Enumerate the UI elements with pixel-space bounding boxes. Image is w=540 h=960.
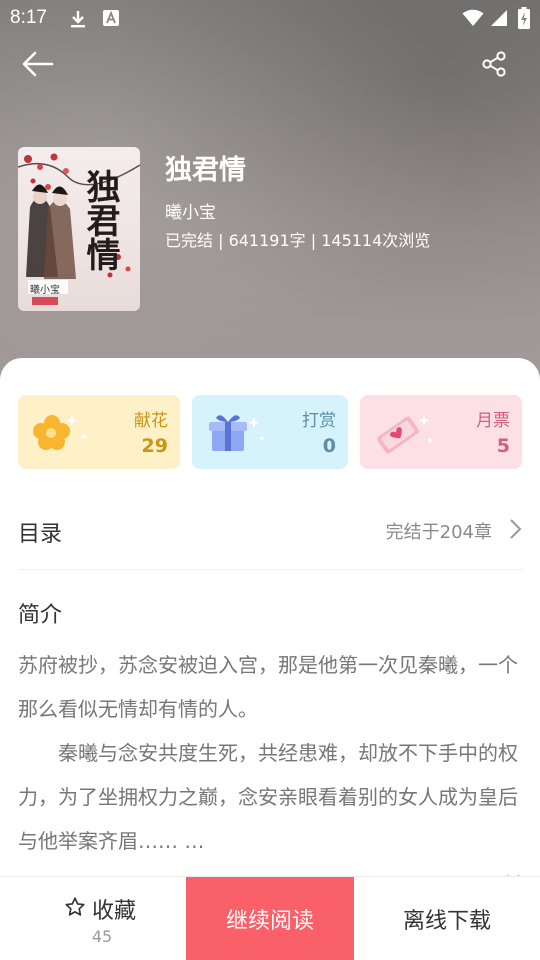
favorite-button[interactable]: 收藏 45 (0, 877, 186, 960)
back-button[interactable] (18, 46, 58, 86)
gift-count: 0 (322, 435, 336, 457)
share-icon (480, 50, 508, 82)
intro-paragraph: 苏府被抄，苏念安被迫入宫，那是他第一次见秦曦，一个那么看似无情却有情的人。 (18, 653, 518, 721)
share-button[interactable] (474, 46, 514, 86)
ticket-icon (374, 411, 438, 461)
gift-card-flower[interactable]: 献花 29 (18, 395, 180, 469)
gift-card-reward[interactable]: 打赏 0 (192, 395, 348, 469)
toc-label: 目录 (18, 522, 63, 547)
favorite-count: 45 (91, 927, 113, 946)
intro-text[interactable]: 苏府被抄，苏念安被迫入宫，那是他第一次见秦曦，一个那么看似无情却有情的人。 秦曦… (18, 643, 522, 863)
bottom-action-bar: 收藏 45 继续阅读 离线下载 (0, 876, 540, 960)
download-icon (68, 9, 88, 33)
gift-label: 月票 (476, 411, 510, 431)
battery-charging-icon (518, 7, 530, 33)
cover-author-text: 曦小宝 (30, 285, 60, 296)
gift-card-monthly-ticket[interactable]: 月票 5 (360, 395, 522, 469)
gift-label: 献花 (134, 411, 168, 431)
wifi-icon (462, 9, 484, 31)
signal-icon (490, 9, 508, 31)
gift-box-icon (206, 411, 270, 459)
book-stats: 已完结 | 641191字 | 145114次浏览 (165, 231, 431, 250)
gift-label: 打赏 (302, 411, 336, 431)
book-author[interactable]: 曦小宝 (165, 198, 216, 223)
a-badge-icon (102, 9, 120, 31)
back-arrow-icon (22, 51, 54, 81)
chevron-right-icon (508, 518, 522, 544)
offline-download-button[interactable]: 离线下载 (354, 877, 540, 960)
cover-title-text: 独君情 (80, 169, 120, 271)
intro-heading: 简介 (18, 603, 63, 628)
toc-status: 完结于204章 (385, 522, 492, 543)
gift-count: 5 (496, 435, 510, 457)
intro-paragraph: 秦曦与念安共度生死，共经患难，却放不下手中的权力，为了坐拥权力之巅，念安亲眼看着… (18, 741, 518, 853)
flower-icon (32, 411, 92, 459)
gift-count: 29 (141, 435, 168, 457)
status-bar: 8:17 (0, 0, 540, 36)
status-time: 8:17 (10, 7, 47, 28)
book-cover-image[interactable]: 独君情 曦小宝 (18, 147, 140, 311)
star-icon (64, 896, 86, 922)
continue-reading-button[interactable]: 继续阅读 (186, 877, 354, 960)
favorite-label: 收藏 (92, 899, 137, 924)
book-title: 独君情 (165, 155, 246, 186)
toc-row[interactable]: 目录 完结于204章 (18, 508, 522, 570)
